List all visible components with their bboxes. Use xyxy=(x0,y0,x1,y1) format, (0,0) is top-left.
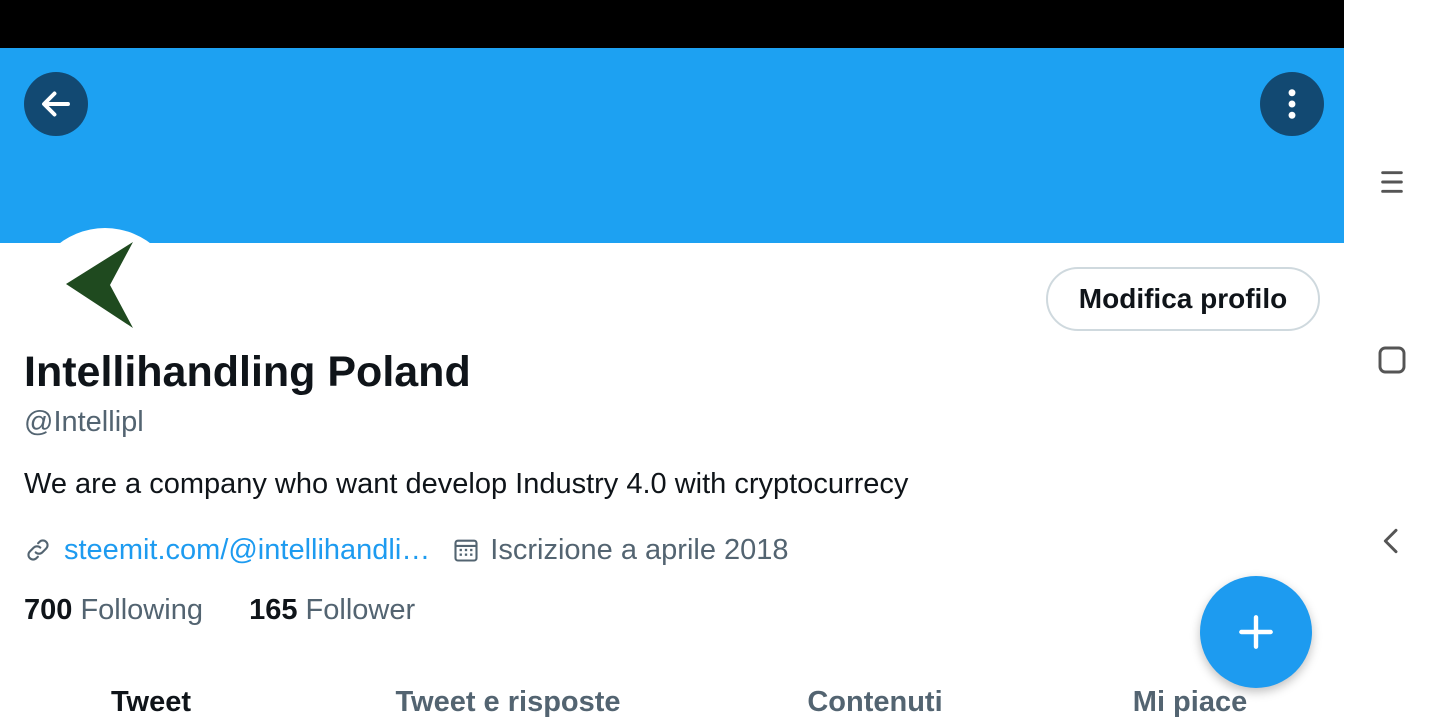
tab-tweet[interactable]: Tweet xyxy=(111,686,191,719)
menu-icon xyxy=(1381,171,1403,193)
following-stat[interactable]: 700 Following xyxy=(24,594,211,626)
chevron-left-icon xyxy=(1383,528,1398,554)
tab-tweet-replies[interactable]: Tweet e risposte xyxy=(395,686,620,719)
arrow-left-icon xyxy=(42,91,70,117)
compose-tweet-button[interactable] xyxy=(1200,576,1312,688)
system-back-button[interactable] xyxy=(1370,519,1414,563)
profile-banner xyxy=(0,48,1344,243)
edit-profile-button[interactable]: Modifica profilo xyxy=(1046,267,1320,331)
website-link[interactable]: steemit.com/@intellihandli… xyxy=(64,534,430,567)
following-count: 700 xyxy=(24,594,73,626)
join-date: Iscrizione a aprile 2018 xyxy=(490,533,789,566)
following-label: Following xyxy=(80,594,203,626)
more-vertical-icon xyxy=(1288,89,1296,119)
link-icon xyxy=(24,536,52,564)
tab-likes[interactable]: Mi piace xyxy=(1133,686,1247,719)
followers-stat[interactable]: 165 Follower xyxy=(249,594,415,626)
profile-meta: steemit.com/@intellihandli… Iscrizione a… xyxy=(24,530,789,570)
profile-screen: Modifica profilo Intellihandling Poland … xyxy=(0,0,1344,720)
more-options-button[interactable] xyxy=(1260,72,1324,136)
recent-apps-button[interactable] xyxy=(1370,160,1414,204)
follow-stats: 700 Following 165 Follower xyxy=(24,594,415,627)
back-button[interactable] xyxy=(24,72,88,136)
profile-bio: We are a company who want develop Indust… xyxy=(24,468,909,500)
home-button[interactable] xyxy=(1370,338,1414,382)
profile-name: Intellihandling Poland xyxy=(24,348,471,396)
tab-media[interactable]: Contenuti xyxy=(807,686,942,719)
status-bar xyxy=(0,0,1344,48)
profile-handle: @Intellipl xyxy=(24,406,144,438)
square-icon xyxy=(1378,346,1406,374)
followers-count: 165 xyxy=(249,594,298,626)
calendar-icon xyxy=(452,536,480,564)
plus-icon xyxy=(1239,615,1273,649)
followers-label: Follower xyxy=(305,594,416,626)
